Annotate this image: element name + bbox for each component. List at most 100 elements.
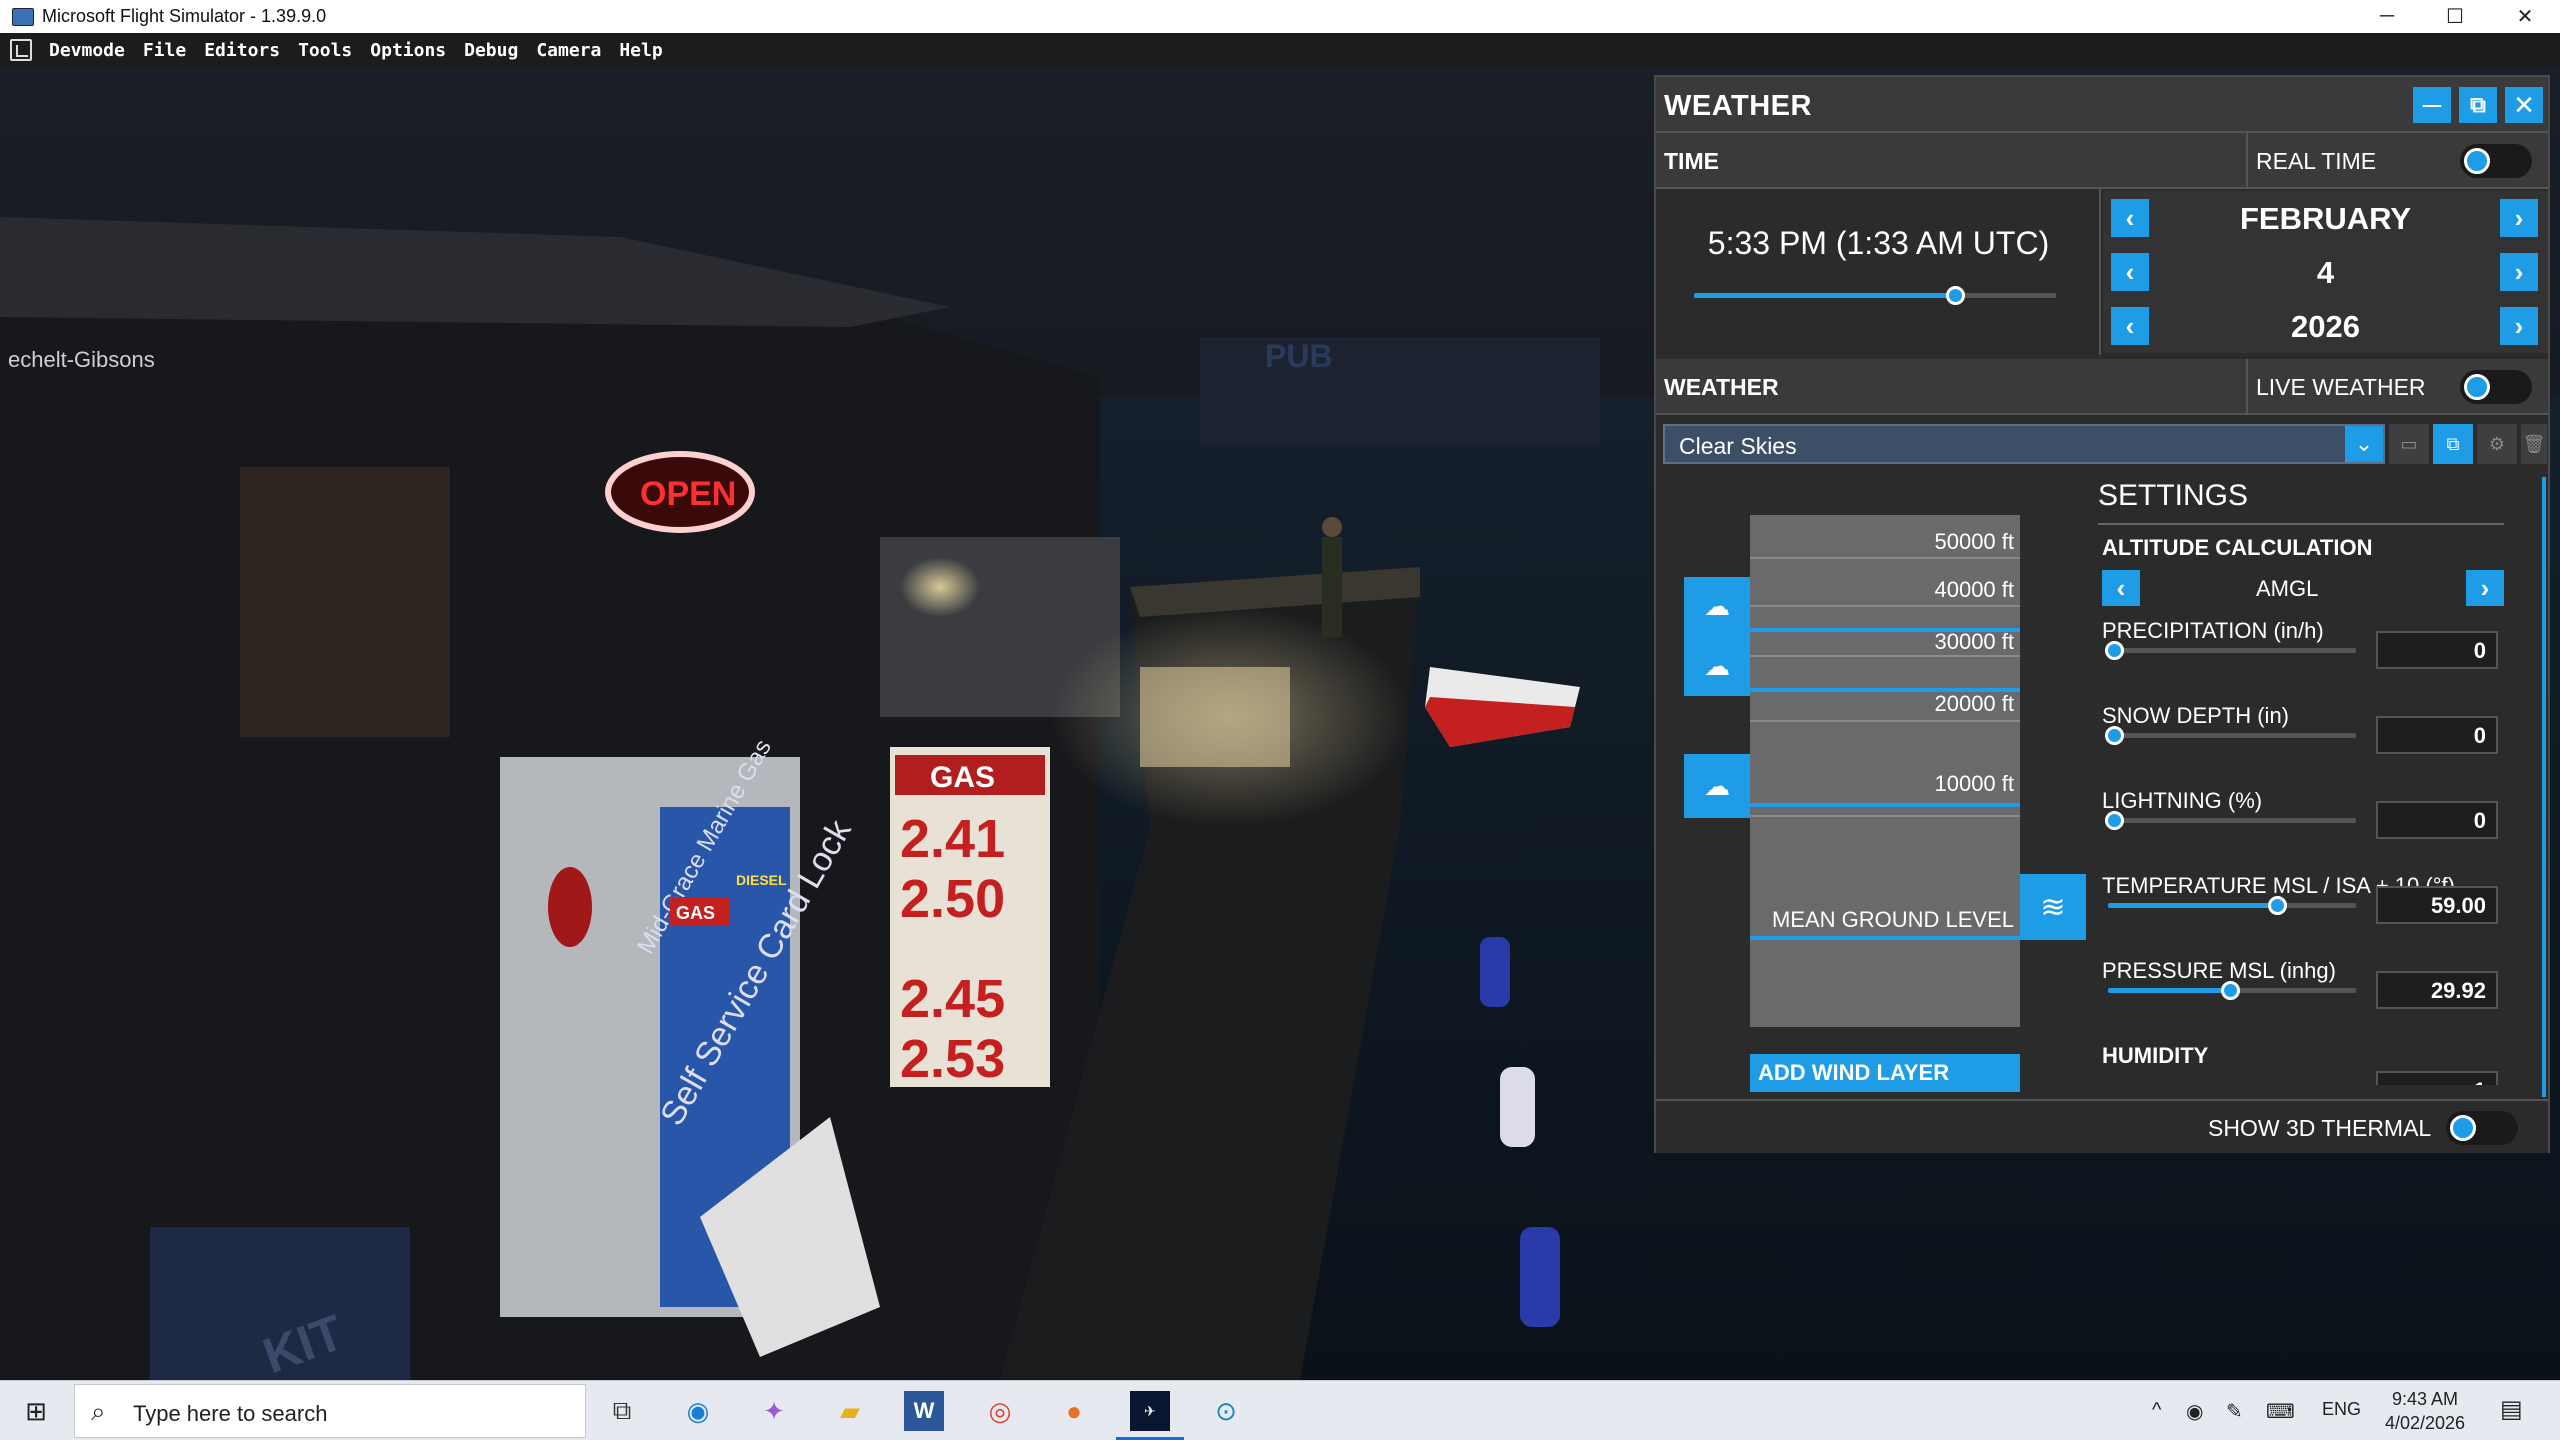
precipitation-slider[interactable] <box>2105 641 2356 660</box>
temperature-input[interactable]: 59.00 <box>2376 886 2498 924</box>
precipitation-slider-knob[interactable] <box>2105 641 2124 660</box>
snow-depth-slider[interactable] <box>2105 726 2356 745</box>
menu-devmode[interactable]: Devmode <box>40 40 134 61</box>
cloud-layer-button[interactable]: ☁ <box>1684 636 1750 696</box>
month-next-button[interactable]: › <box>2500 199 2538 237</box>
price-4: 2.53 <box>900 1029 1005 1089</box>
minimize-panel-button[interactable]: ─ <box>2413 87 2451 123</box>
time-section-header: TIME <box>1656 133 2246 189</box>
menu-help[interactable]: Help <box>610 40 671 61</box>
keyboard-icon[interactable]: ⌨ <box>2266 1399 2295 1424</box>
preset-settings-button[interactable]: ⚙ <box>2477 424 2517 464</box>
word-button[interactable]: W <box>904 1391 944 1431</box>
menu-file[interactable]: File <box>134 40 195 61</box>
file-explorer-button[interactable]: ▰ <box>830 1391 870 1431</box>
copilot-button[interactable]: ✦ <box>754 1391 794 1431</box>
camera-button[interactable]: ⊙ <box>1206 1391 1246 1431</box>
gas-banner: GAS <box>930 761 995 794</box>
altitude-calc-prev-button[interactable]: ‹ <box>2102 570 2140 606</box>
menu-editors[interactable]: Editors <box>195 40 289 61</box>
live-weather-toggle[interactable] <box>2460 370 2532 404</box>
flight-sim-button[interactable]: ✈ <box>1130 1391 1170 1431</box>
temperature-slider-knob[interactable] <box>2267 896 2287 915</box>
clock[interactable]: 9:43 AM 4/02/2026 <box>2370 1387 2480 1435</box>
menu-debug[interactable]: Debug <box>455 40 527 61</box>
language-indicator[interactable]: ENG <box>2322 1399 2361 1420</box>
cloud-layer-button[interactable]: ☁ <box>1684 754 1750 818</box>
snow-depth-input[interactable]: 0 <box>2376 716 2498 754</box>
year-prev-button[interactable]: ‹ <box>2111 307 2149 345</box>
minimize-icon: ─ <box>2422 89 2442 120</box>
year-next-button[interactable]: › <box>2500 307 2538 345</box>
show-3d-thermal-toggle[interactable] <box>2446 1111 2518 1145</box>
lightning-slider-knob[interactable] <box>2105 811 2124 830</box>
cloud-layer-button[interactable]: ☁ <box>1684 577 1750 636</box>
add-wind-layer-button[interactable]: ADD WIND LAYER <box>1750 1054 2020 1092</box>
weather-section-header: WEATHER <box>1656 359 2246 415</box>
copy-preset-button[interactable]: ⧉ <box>2433 424 2473 464</box>
precipitation-input[interactable]: 0 <box>2376 631 2498 669</box>
lightning-input[interactable]: 0 <box>2376 801 2498 839</box>
menu-tools[interactable]: Tools <box>289 40 361 61</box>
chevron-right-icon: › <box>2480 572 2490 603</box>
start-button[interactable]: ⊞ <box>16 1391 56 1431</box>
altitude-20000: 20000 ft <box>1934 691 2014 716</box>
pressure-input[interactable]: 29.92 <box>2376 971 2498 1009</box>
delete-preset-button[interactable]: 🗑 <box>2521 424 2547 464</box>
chevron-down-icon[interactable]: ⌄ <box>2345 426 2383 462</box>
taskbar-search-box[interactable]: ⌕ Type here to search <box>74 1384 586 1438</box>
pressure-slider-knob[interactable] <box>2220 981 2240 1000</box>
chevron-up-icon[interactable]: ^ <box>2152 1399 2161 1422</box>
edge-button[interactable]: ◉ <box>678 1391 718 1431</box>
chevron-left-icon: ‹ <box>2116 572 2126 603</box>
pen-icon[interactable]: ✎ <box>2226 1399 2243 1424</box>
shop-window <box>240 467 450 737</box>
weather-panel-title: WEATHER <box>1664 90 1812 122</box>
person-head <box>1322 517 1342 537</box>
network-icon[interactable]: ◉ <box>2186 1399 2203 1424</box>
cloud-layer-low[interactable] <box>1750 803 2020 807</box>
altitude-line <box>1750 815 2020 817</box>
month-prev-button[interactable]: ‹ <box>2111 199 2149 237</box>
menu-camera[interactable]: Camera <box>527 40 610 61</box>
altitude-40000: 40000 ft <box>1934 577 2014 602</box>
real-time-toggle[interactable] <box>2460 144 2532 178</box>
chevron-left-icon: ‹ <box>2125 310 2135 341</box>
search-placeholder: Type here to search <box>133 1401 328 1426</box>
time-slider[interactable] <box>1694 286 2056 305</box>
fender <box>1480 937 1510 1007</box>
task-view-button[interactable]: ⧉ <box>602 1391 642 1431</box>
chrome-button[interactable]: ◎ <box>980 1391 1020 1431</box>
price-3: 2.45 <box>900 969 1005 1029</box>
devmode-icon[interactable] <box>10 39 32 61</box>
firefox-icon: ● <box>1066 1395 1082 1426</box>
chevron-left-icon: ‹ <box>2125 202 2135 233</box>
maximize-window-button[interactable]: ☐ <box>2420 0 2490 33</box>
save-preset-button[interactable]: ▭ <box>2389 424 2429 464</box>
altitude-layers[interactable]: 50000 ft 40000 ft 30000 ft 20000 ft 1000… <box>1750 515 2020 1027</box>
weather-panel-header[interactable]: WEATHER ─ ⧉ ✕ <box>1656 77 2548 133</box>
lightning-label: LIGHTNING (%) <box>2102 788 2263 813</box>
lightning-slider[interactable] <box>2105 811 2356 830</box>
firefox-button[interactable]: ● <box>1054 1391 1094 1431</box>
snow-depth-slider-knob[interactable] <box>2105 726 2124 745</box>
menu-options[interactable]: Options <box>361 40 455 61</box>
day-row: ‹ 4 › <box>2103 245 2548 299</box>
wind-layer-button[interactable]: ≋ <box>2020 874 2086 940</box>
settings-scrollbar[interactable] <box>2542 477 2546 1097</box>
popout-panel-button[interactable]: ⧉ <box>2459 87 2497 123</box>
altitude-calc-next-button[interactable]: › <box>2466 570 2504 606</box>
pressure-slider[interactable] <box>2108 981 2356 1000</box>
fender <box>1520 1227 1560 1327</box>
humidity-input[interactable]: 1 <box>2376 1071 2498 1085</box>
altitude-calculation-value: AMGL <box>2256 576 2319 601</box>
close-panel-button[interactable]: ✕ <box>2505 87 2543 123</box>
close-window-button[interactable]: ✕ <box>2490 0 2560 33</box>
temperature-slider[interactable] <box>2108 896 2356 915</box>
day-prev-button[interactable]: ‹ <box>2111 253 2149 291</box>
minimize-window-button[interactable]: ─ <box>2352 0 2422 33</box>
weather-preset-dropdown[interactable]: Clear Skies ⌄ <box>1663 424 2385 464</box>
time-slider-knob[interactable] <box>1945 286 1965 305</box>
notification-icon[interactable]: ▤ <box>2500 1395 2523 1424</box>
day-next-button[interactable]: › <box>2500 253 2538 291</box>
